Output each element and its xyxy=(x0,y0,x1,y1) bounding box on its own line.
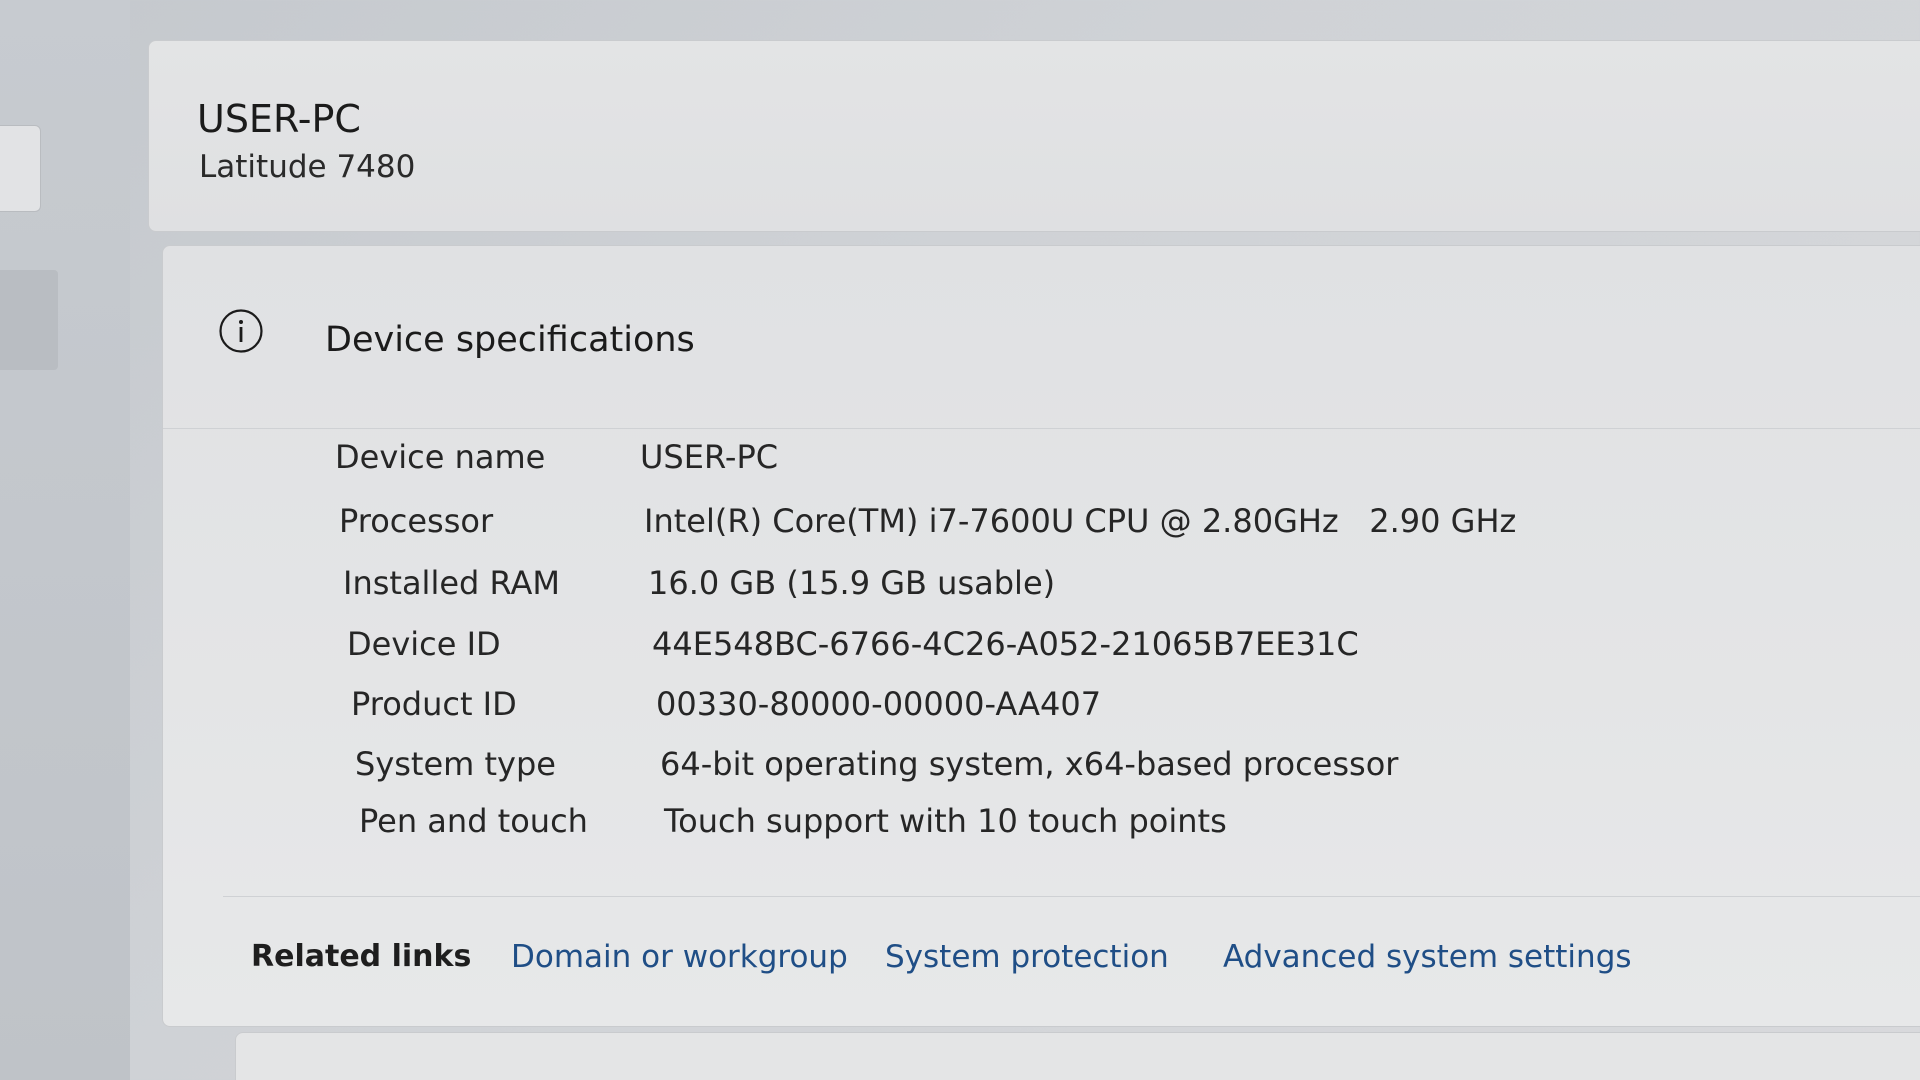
related-links-label: Related links xyxy=(251,939,472,974)
spec-value[interactable]: 64-bit operating system, x64-based proce… xyxy=(660,745,1398,783)
spec-value[interactable]: Touch support with 10 touch points xyxy=(664,802,1227,840)
spec-value[interactable]: 16.0 GB (15.9 GB usable) xyxy=(648,564,1055,602)
spec-row-installed-ram: Installed RAM 16.0 GB (15.9 GB usable) xyxy=(343,564,1843,614)
spec-row-pen-and-touch: Pen and touch Touch support with 10 touc… xyxy=(359,802,1859,852)
related-links-bar: Related links Domain or workgroup System… xyxy=(223,896,1920,1007)
spec-label: Product ID xyxy=(351,685,517,723)
spec-row-system-type: System type 64-bit operating system, x64… xyxy=(355,745,1855,795)
nav-item-selected-partial[interactable] xyxy=(0,270,58,370)
spec-row-processor: Processor Intel(R) Core(TM) i7-7600U CPU… xyxy=(339,502,1839,552)
device-specifications-card: Device specifications Device name USER-P… xyxy=(162,245,1920,1027)
spec-value[interactable]: 00330-80000-00000-AA407 xyxy=(656,685,1101,723)
spec-value[interactable]: USER-PC xyxy=(640,438,778,476)
device-model-subtitle: Latitude 7480 xyxy=(199,149,416,185)
domain-or-workgroup-link[interactable]: Domain or workgroup xyxy=(511,939,848,975)
spec-label: Installed RAM xyxy=(343,564,560,602)
system-protection-link[interactable]: System protection xyxy=(885,939,1169,975)
device-header-card: USER-PC Latitude 7480 xyxy=(148,40,1920,232)
next-card-partial xyxy=(235,1032,1920,1080)
spec-label: Device ID xyxy=(347,625,501,663)
spec-label: Pen and touch xyxy=(359,802,588,840)
info-icon xyxy=(219,309,263,353)
device-name-title: USER-PC xyxy=(197,97,361,141)
spec-value[interactable]: 44E548BC-6766-4C26-A052-21065B7EE31C xyxy=(652,625,1359,663)
spec-value[interactable]: Intel(R) Core(TM) i7-7600U CPU @ 2.80GHz… xyxy=(644,502,1516,540)
device-specifications-header[interactable]: Device specifications xyxy=(163,246,1920,429)
spec-label: Device name xyxy=(335,438,546,476)
spec-row-device-name: Device name USER-PC xyxy=(335,438,1835,488)
spec-row-device-id: Device ID 44E548BC-6766-4C26-A052-21065B… xyxy=(347,625,1847,675)
spec-label: System type xyxy=(355,745,556,783)
advanced-system-settings-link[interactable]: Advanced system settings xyxy=(1223,939,1632,975)
spec-label: Processor xyxy=(339,502,494,540)
nav-item-partial[interactable] xyxy=(0,125,41,212)
spec-row-product-id: Product ID 00330-80000-00000-AA407 xyxy=(351,685,1851,735)
device-specifications-title: Device specifications xyxy=(325,320,695,360)
